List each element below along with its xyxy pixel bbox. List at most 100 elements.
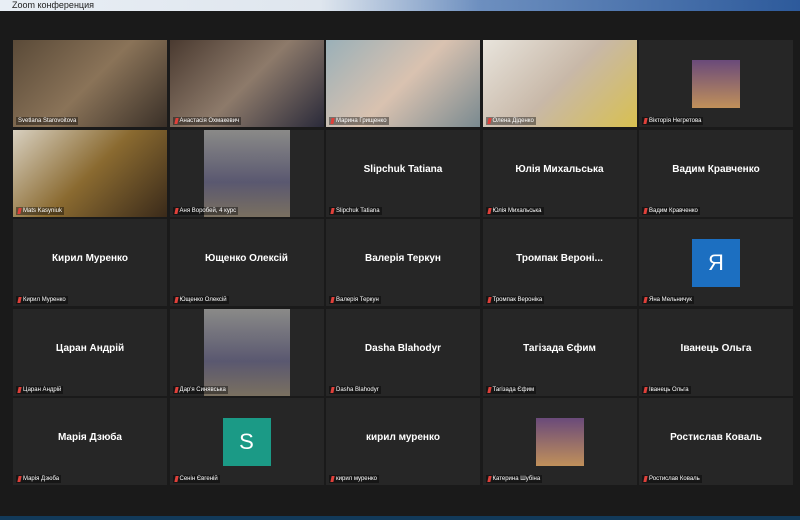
participant-label: Дар'я Синявська	[172, 385, 228, 394]
participant-label: Катерина Шубіна	[485, 475, 543, 483]
mic-muted-icon	[173, 476, 179, 482]
title-bar: Zoom конференция	[0, 0, 800, 11]
participant-label: Вікторія Негретова	[642, 117, 704, 125]
participant-label: Тромпак Вероніка	[485, 296, 545, 304]
participant-tile[interactable]: Кирил Муренко Кирил Муренко	[13, 219, 167, 306]
participant-tile[interactable]: Валерія Теркун Валерія Теркун	[326, 219, 480, 306]
participant-tile[interactable]: S Сенін Євгеній	[169, 398, 324, 485]
mic-muted-icon	[643, 207, 648, 214]
participant-name-large: Тагізада Єфим	[523, 342, 596, 354]
participant-tile[interactable]: Марина Грищенко	[326, 40, 480, 127]
participant-photo	[203, 129, 290, 217]
participant-label: Валерія Теркун	[329, 296, 381, 304]
mic-muted-icon	[486, 118, 492, 124]
participant-name: кирил муренко	[336, 476, 377, 482]
gallery-grid: Svetlana Starovoitova Анастасія Охмакевич…	[13, 40, 793, 485]
participant-avatar: S	[222, 417, 271, 466]
participant-photo	[692, 59, 740, 108]
participant-tile[interactable]: Аня Воробей, 4 курс	[169, 129, 324, 217]
participant-tile[interactable]: Катерина Шубіна	[482, 398, 637, 485]
participant-name-large: Царан Андрій	[55, 342, 125, 354]
participant-name: Анастасія Охмакевич	[179, 118, 240, 124]
participant-name: Ростислав Коваль	[649, 476, 700, 482]
mic-muted-icon	[17, 207, 22, 214]
participant-tile[interactable]: Вікторія Негретова	[639, 40, 793, 127]
participant-video	[482, 40, 637, 127]
bottom-bar	[0, 516, 800, 520]
participant-tile[interactable]: Slipchuk Tatiana Slipchuk Tatiana	[326, 129, 480, 217]
participant-label: Царан Андрій	[16, 385, 64, 394]
participant-name-large: Марія Дзюба	[57, 432, 122, 443]
participant-tile[interactable]: Вадим Кравченко Вадим Кравченко	[639, 129, 793, 217]
window-title: Zoom конференция	[12, 0, 94, 10]
participant-name: Тагізада Єфим	[492, 386, 535, 393]
mic-muted-icon	[330, 476, 335, 482]
participant-name-large: Ющенко Олексій	[205, 253, 288, 264]
participant-video	[13, 129, 167, 217]
participant-label: Ростислав Коваль	[642, 475, 702, 483]
participant-avatar: Я	[692, 238, 740, 287]
participant-tile[interactable]: Олена Діденко	[482, 40, 637, 127]
participant-tile[interactable]: Дар'я Синявська	[169, 308, 324, 396]
participant-tile[interactable]: Іванець Ольга Іванець Ольга	[639, 308, 793, 396]
participant-tile[interactable]: Тромпак Вероні... Тромпак Вероніка	[482, 219, 637, 306]
participant-label: Ющенко Олексій	[172, 296, 229, 304]
participant-tile[interactable]: Mats Kasyniuk	[13, 129, 167, 217]
participant-label: Олена Діденко	[485, 117, 536, 125]
participant-video	[169, 40, 324, 127]
participant-label: Марія Дзюба	[16, 475, 62, 483]
participant-tile[interactable]: кирил муренко кирил муренко	[326, 398, 480, 485]
participant-tile[interactable]: Ростислав Коваль Ростислав Коваль	[639, 398, 793, 485]
participant-name-large: Slipchuk Tatiana	[363, 163, 443, 175]
mic-muted-icon	[17, 386, 22, 393]
participant-name: Вікторія Негретова	[649, 118, 702, 124]
participant-name: Ющенко Олексій	[179, 297, 227, 303]
participant-tile[interactable]: Марія Дзюба Марія Дзюба	[13, 398, 167, 485]
mic-muted-icon	[643, 118, 648, 124]
participant-label: Марина Грищенко	[329, 117, 389, 125]
participant-name: Аня Воробей, 4 курс	[179, 207, 237, 214]
participant-label: кирил муренко	[329, 475, 379, 483]
participant-name: Іванець Ольга	[649, 386, 689, 393]
participant-name-large: Валерія Теркун	[365, 253, 441, 264]
participant-label: Сенін Євгеній	[172, 475, 220, 483]
mic-muted-icon	[17, 297, 22, 303]
mic-muted-icon	[486, 207, 492, 214]
participant-tile[interactable]: Ющенко Олексій Ющенко Олексій	[169, 219, 324, 306]
mic-muted-icon	[330, 118, 335, 124]
participant-tile[interactable]: Dasha Blahodyr Dasha Blahodyr	[326, 308, 480, 396]
participant-label: Вадим Кравченко	[642, 206, 700, 215]
participant-tile[interactable]: Svetlana Starovoitova	[13, 40, 167, 127]
participant-tile[interactable]: Юлія Михальська Юлія Михальська	[482, 129, 637, 217]
participant-name-large: Ростислав Коваль	[670, 432, 762, 443]
mic-muted-icon	[643, 297, 648, 303]
mic-muted-icon	[643, 476, 648, 482]
participant-label: Яна Мельничук	[642, 296, 694, 304]
participant-tile[interactable]: Я Яна Мельничук	[639, 219, 793, 306]
participant-label: Іванець Ольга	[642, 385, 691, 394]
participant-name: Марія Дзюба	[23, 476, 60, 482]
participant-tile[interactable]: Анастасія Охмакевич	[169, 40, 324, 127]
mic-muted-icon	[330, 386, 335, 393]
participant-name: Тромпак Вероніка	[492, 297, 543, 303]
participant-label: Dasha Blahodyr	[329, 385, 381, 394]
participant-name: Царан Андрій	[23, 386, 62, 393]
participant-name: Svetlana Starovoitova	[18, 118, 77, 124]
participant-tile[interactable]: Тагізада Єфим Тагізада Єфим	[482, 308, 637, 396]
participant-name-large: Тромпак Вероні...	[516, 253, 603, 264]
participant-name: Олена Діденко	[492, 118, 534, 124]
participant-label: Slipchuk Tatiana	[329, 206, 382, 215]
participant-tile[interactable]: Царан Андрій Царан Андрій	[13, 308, 167, 396]
participant-name: Сенін Євгеній	[179, 476, 218, 482]
participant-name: Катерина Шубіна	[492, 476, 541, 482]
participant-name: Яна Мельничук	[649, 297, 692, 303]
participant-name: Дар'я Синявська	[179, 386, 226, 393]
participant-label: Тагізада Єфим	[485, 385, 537, 394]
participant-photo	[203, 308, 290, 396]
participant-name: Mats Kasyniuk	[23, 207, 63, 214]
mic-muted-icon	[330, 297, 335, 303]
participant-name: Вадим Кравченко	[649, 207, 698, 214]
participant-label: Юлія Михальська	[485, 206, 544, 215]
participant-label: Кирил Муренко	[16, 296, 68, 304]
mic-muted-icon	[173, 297, 179, 303]
